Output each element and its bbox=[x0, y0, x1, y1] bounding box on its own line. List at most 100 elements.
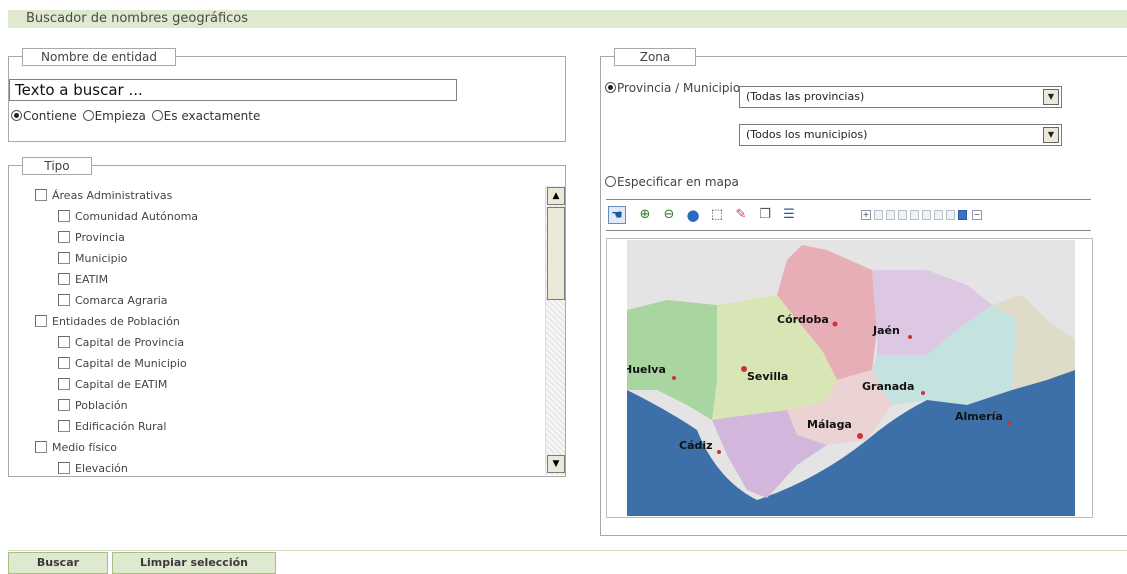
checkbox[interactable] bbox=[58, 378, 70, 390]
city-marker-cordoba bbox=[832, 321, 838, 327]
tree-item-label: Medio físico bbox=[52, 441, 118, 454]
radio-province-municipality[interactable] bbox=[605, 82, 616, 93]
type-legend: Tipo bbox=[22, 157, 92, 175]
map-label-sevilla: Sevilla bbox=[747, 370, 788, 383]
radio-contains[interactable] bbox=[11, 110, 22, 121]
tree-item-label: Comarca Agraria bbox=[75, 294, 168, 307]
zoom-level-cell[interactable] bbox=[946, 210, 955, 220]
tree-item-label: Población bbox=[75, 399, 128, 412]
match-option-starts[interactable]: Empieza bbox=[82, 109, 148, 123]
tree-item[interactable]: Entidades de Población bbox=[35, 312, 180, 332]
search-button[interactable]: Buscar bbox=[8, 552, 108, 574]
zoom-in-icon[interactable]: ⊕ bbox=[636, 206, 654, 224]
match-option-starts-label: Empieza bbox=[94, 109, 146, 123]
tree-item[interactable]: Comarca Agraria bbox=[58, 291, 168, 311]
tree-item-label: Edificación Rural bbox=[75, 420, 167, 433]
tree-item[interactable]: Municipio bbox=[58, 249, 127, 269]
map-label-malaga: Málaga bbox=[807, 418, 852, 431]
scroll-thumb[interactable] bbox=[547, 207, 565, 300]
zoom-level-cell[interactable] bbox=[886, 210, 895, 220]
tree-item-label: Áreas Administrativas bbox=[52, 189, 173, 202]
list-icon[interactable]: ☰ bbox=[780, 206, 798, 224]
andalucia-map[interactable]: Córdoba Jaén Huelva Sevilla Granada Mála… bbox=[627, 240, 1075, 516]
checkbox[interactable] bbox=[58, 294, 70, 306]
province-municipality-label: Provincia / Municipio bbox=[617, 81, 741, 95]
checkbox[interactable] bbox=[58, 420, 70, 432]
zoom-level-cell-active[interactable] bbox=[958, 210, 967, 220]
map-view[interactable]: Córdoba Jaén Huelva Sevilla Granada Mála… bbox=[606, 238, 1093, 518]
select-box-icon[interactable]: ⬚ bbox=[708, 206, 726, 224]
globe-icon[interactable]: ● bbox=[684, 206, 702, 224]
map-label-jaen: Jaén bbox=[872, 324, 900, 337]
city-marker-sevilla bbox=[741, 366, 747, 372]
match-option-exact-label: Es exactamente bbox=[163, 109, 261, 123]
city-marker-cadiz bbox=[717, 450, 721, 454]
match-options: Contiene Empieza Es exactamente bbox=[11, 109, 262, 123]
tree-item[interactable]: Población bbox=[58, 396, 128, 416]
tree-item[interactable]: Comunidad Autónoma bbox=[58, 207, 198, 227]
tree-item[interactable]: Elevación bbox=[58, 459, 128, 476]
match-option-exact[interactable]: Es exactamente bbox=[151, 109, 263, 123]
entity-name-fieldset: Nombre de entidad Contiene Empieza Es ex… bbox=[8, 48, 566, 142]
chevron-down-icon[interactable]: ▼ bbox=[1043, 127, 1059, 143]
radio-exact[interactable] bbox=[151, 110, 163, 121]
zoom-level-cell[interactable] bbox=[874, 210, 883, 220]
tree-item[interactable]: Provincia bbox=[58, 228, 125, 248]
checkbox[interactable] bbox=[58, 399, 70, 411]
zoom-minus-icon[interactable]: − bbox=[972, 210, 982, 220]
map-label-cordoba: Córdoba bbox=[777, 313, 829, 326]
radio-starts[interactable] bbox=[82, 110, 94, 121]
map-option-label: Especificar en mapa bbox=[617, 175, 739, 189]
tree-item[interactable]: Medio físico bbox=[35, 438, 117, 458]
map-label-cadiz: Cádiz bbox=[679, 439, 713, 452]
scroll-up-icon[interactable]: ▲ bbox=[547, 187, 565, 205]
checkbox[interactable] bbox=[35, 441, 47, 453]
tree-item[interactable]: Edificación Rural bbox=[58, 417, 166, 437]
radio-map[interactable] bbox=[605, 176, 616, 187]
province-select[interactable]: (Todas las provincias) ▼ bbox=[739, 86, 1062, 108]
map-option[interactable]: Especificar en mapa bbox=[605, 175, 739, 189]
checkbox[interactable] bbox=[58, 231, 70, 243]
tree-item-label: Entidades de Población bbox=[52, 315, 180, 328]
tree-item[interactable]: Capital de EATIM bbox=[58, 375, 167, 395]
zoom-plus-icon[interactable]: + bbox=[861, 210, 871, 220]
checkbox[interactable] bbox=[35, 189, 47, 201]
scroll-down-icon[interactable]: ▼ bbox=[547, 455, 565, 473]
checkbox[interactable] bbox=[58, 357, 70, 369]
type-fieldset: Tipo Áreas Administrativas Comunidad Aut… bbox=[8, 157, 566, 477]
chevron-down-icon[interactable]: ▼ bbox=[1043, 89, 1059, 105]
search-text-input[interactable] bbox=[9, 79, 457, 101]
municipality-select-value: (Todos los municipios) bbox=[746, 128, 868, 141]
tree-item-label: Elevación bbox=[75, 462, 128, 475]
city-marker-granada bbox=[921, 391, 925, 395]
map-label-granada: Granada bbox=[862, 380, 914, 393]
tree-item-label: Capital de Provincia bbox=[75, 336, 185, 349]
type-tree-scrollbar[interactable]: ▲ ▼ bbox=[545, 186, 565, 475]
province-select-value: (Todas las provincias) bbox=[746, 90, 865, 103]
province-municipality-option[interactable]: Provincia / Municipio bbox=[605, 81, 740, 95]
checkbox[interactable] bbox=[58, 336, 70, 348]
checkbox[interactable] bbox=[58, 210, 70, 222]
checkbox[interactable] bbox=[58, 462, 70, 474]
municipality-select[interactable]: (Todos los municipios) ▼ bbox=[739, 124, 1062, 146]
zoom-out-icon[interactable]: ⊖ bbox=[660, 206, 678, 224]
zoom-level-cell[interactable] bbox=[898, 210, 907, 220]
tree-item[interactable]: Capital de Municipio bbox=[58, 354, 187, 374]
actions-divider bbox=[8, 550, 1127, 551]
tree-item[interactable]: EATIM bbox=[58, 270, 108, 290]
tree-item[interactable]: Áreas Administrativas bbox=[35, 186, 172, 206]
zoom-level-cell[interactable] bbox=[922, 210, 931, 220]
checkbox[interactable] bbox=[35, 315, 47, 327]
tree-item-label: Municipio bbox=[75, 252, 128, 265]
pan-icon[interactable]: ☚ bbox=[608, 206, 626, 224]
copy-icon[interactable]: ❐ bbox=[756, 206, 774, 224]
zoom-level-cell[interactable] bbox=[910, 210, 919, 220]
match-option-contains[interactable]: Contiene bbox=[11, 109, 79, 123]
zoom-level-cell[interactable] bbox=[934, 210, 943, 220]
checkbox[interactable] bbox=[58, 252, 70, 264]
type-tree: Áreas Administrativas Comunidad Autónoma… bbox=[10, 186, 545, 476]
checkbox[interactable] bbox=[58, 273, 70, 285]
clear-selection-button[interactable]: Limpiar selección bbox=[112, 552, 276, 574]
tree-item[interactable]: Capital de Provincia bbox=[58, 333, 184, 353]
eraser-icon[interactable]: ✎ bbox=[732, 206, 750, 224]
